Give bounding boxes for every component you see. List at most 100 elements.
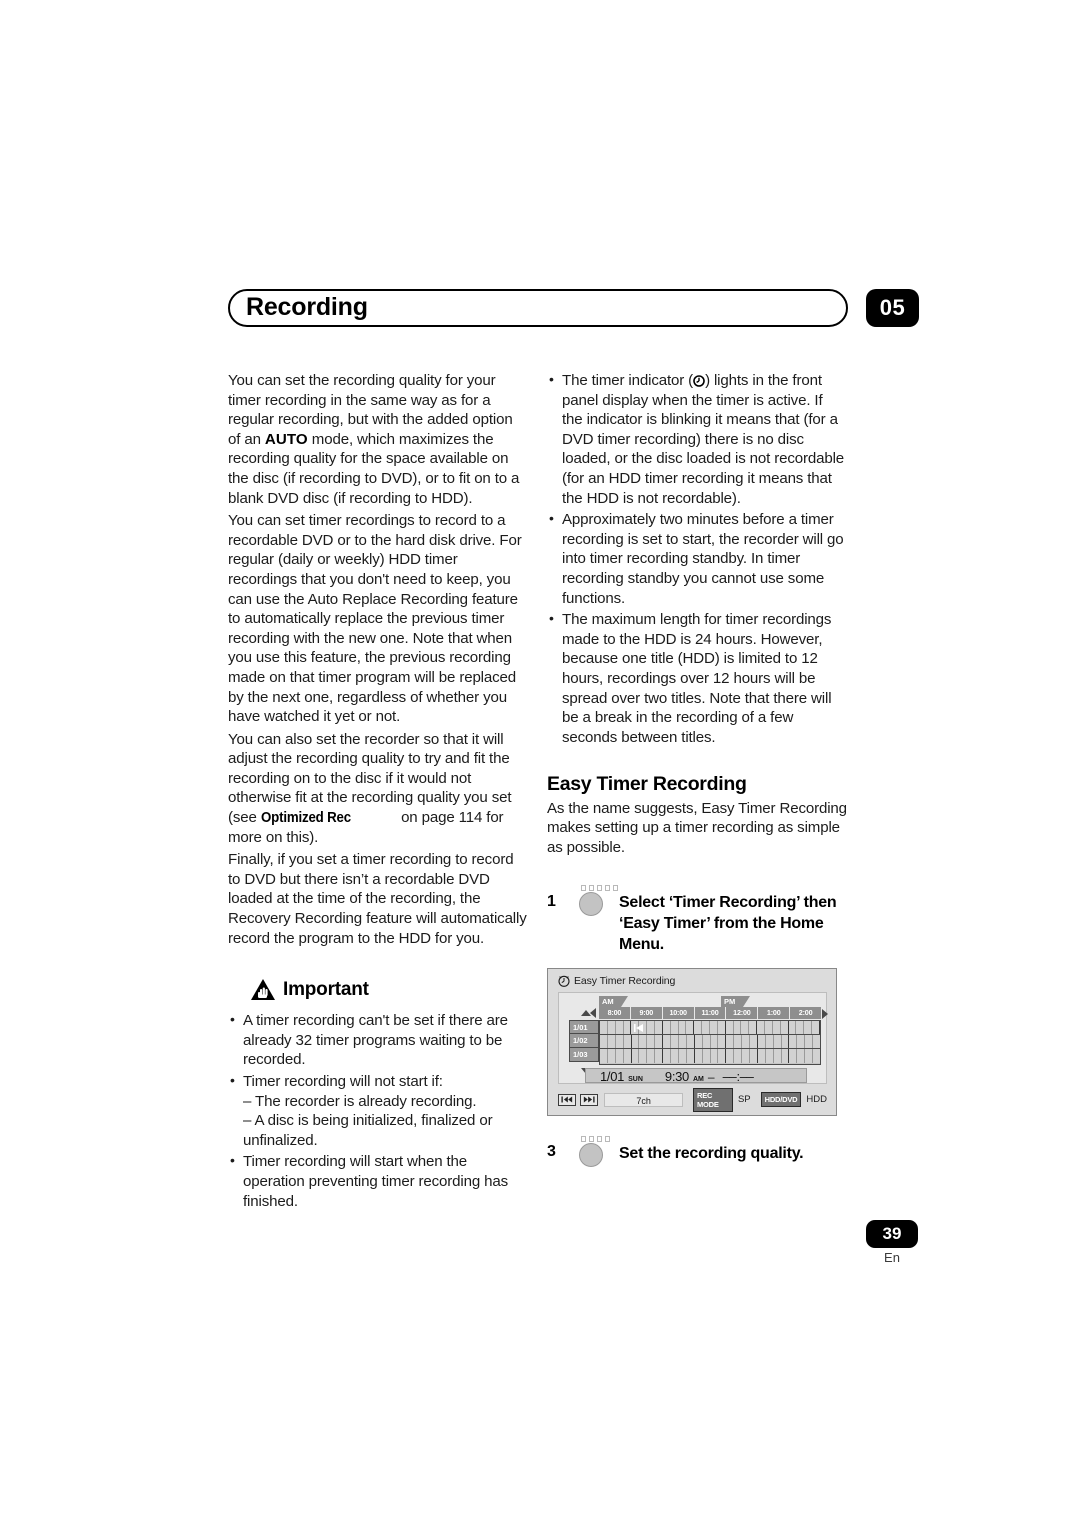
grid-sub-cell[interactable]	[686, 1021, 694, 1034]
grid-sub-cell[interactable]	[725, 1021, 734, 1034]
grid-hour-block[interactable]	[662, 1021, 695, 1034]
grid-hour-block[interactable]	[663, 1035, 695, 1048]
grid-hour-block[interactable]	[694, 1035, 727, 1048]
grid-sub-cell[interactable]	[710, 1035, 719, 1048]
grid-sub-cell[interactable]	[742, 1049, 750, 1063]
grid-sub-cell[interactable]	[623, 1035, 631, 1048]
grid-sub-cell[interactable]	[710, 1049, 719, 1063]
grid-sub-cell[interactable]	[805, 1035, 814, 1048]
source-tag[interactable]: HDD/DVD	[760, 1092, 802, 1107]
grid-sub-cell[interactable]	[694, 1021, 703, 1034]
grid-sub-cell[interactable]	[772, 1021, 781, 1034]
scroll-left-arrow-icon[interactable]	[590, 1008, 596, 1018]
grid-sub-cell[interactable]	[655, 1021, 662, 1034]
grid-sub-cell[interactable]	[678, 1035, 687, 1048]
grid-sub-cell[interactable]	[757, 1021, 765, 1034]
grid-sub-cell[interactable]	[717, 1021, 725, 1034]
grid-sub-cell[interactable]	[615, 1035, 624, 1048]
grid-sub-cell[interactable]	[757, 1049, 766, 1063]
grid-sub-cell[interactable]	[757, 1035, 766, 1048]
grid-row[interactable]	[600, 1049, 821, 1063]
grid-sub-cell[interactable]	[764, 1021, 773, 1034]
grid-sub-cell[interactable]	[686, 1035, 694, 1048]
grid-hour-block[interactable]	[726, 1049, 758, 1063]
grid-row[interactable]	[600, 1035, 821, 1049]
grid-sub-cell[interactable]	[709, 1021, 718, 1034]
grid-sub-cell[interactable]	[623, 1021, 631, 1034]
grid-sub-cell[interactable]	[600, 1035, 608, 1048]
grid-hour-block[interactable]	[631, 1049, 664, 1063]
grid-sub-cell[interactable]	[663, 1035, 672, 1048]
grid-hour-block[interactable]	[757, 1021, 789, 1034]
grid-hour-block[interactable]	[694, 1021, 726, 1034]
grid-sub-cell[interactable]	[781, 1049, 789, 1063]
grid-sub-cell[interactable]	[733, 1021, 742, 1034]
grid-sub-cell[interactable]	[631, 1049, 640, 1063]
grid-sub-cell[interactable]	[773, 1035, 782, 1048]
grid-sub-cell[interactable]	[765, 1035, 774, 1048]
grid-sub-cell[interactable]	[718, 1049, 726, 1063]
grid-sub-cell[interactable]	[789, 1035, 798, 1048]
grid-sub-cell[interactable]	[694, 1049, 703, 1063]
grid-sub-cell[interactable]	[742, 1035, 750, 1048]
grid-hour-block[interactable]	[600, 1021, 632, 1034]
grid-sub-cell[interactable]	[631, 1035, 640, 1048]
grid-hour-block[interactable]	[694, 1049, 727, 1063]
grid-sub-cell[interactable]	[749, 1021, 757, 1034]
grid-sub-cell[interactable]	[623, 1049, 631, 1063]
grid-hour-block[interactable]	[789, 1049, 821, 1063]
grid-sub-cell[interactable]	[655, 1035, 663, 1048]
grid-sub-cell[interactable]	[813, 1049, 821, 1063]
timer-grid[interactable]	[599, 1020, 821, 1065]
grid-sub-cell[interactable]	[607, 1049, 616, 1063]
grid-sub-cell[interactable]	[813, 1035, 821, 1048]
grid-sub-cell[interactable]	[789, 1049, 798, 1063]
grid-sub-cell[interactable]	[607, 1035, 616, 1048]
grid-hour-block[interactable]	[631, 1035, 664, 1048]
grid-sub-cell[interactable]	[615, 1049, 624, 1063]
grid-sub-cell[interactable]	[670, 1021, 679, 1034]
grid-sub-cell[interactable]	[615, 1021, 624, 1034]
grid-sub-cell[interactable]	[718, 1035, 726, 1048]
grid-sub-cell[interactable]	[788, 1021, 797, 1034]
grid-sub-cell[interactable]	[678, 1021, 687, 1034]
grid-sub-cell[interactable]	[780, 1021, 788, 1034]
grid-sub-cell[interactable]	[694, 1035, 703, 1048]
grid-sub-cell[interactable]	[812, 1021, 819, 1034]
grid-hour-block[interactable]	[757, 1035, 790, 1048]
grid-sub-cell[interactable]	[686, 1049, 694, 1063]
grid-hour-block[interactable]	[725, 1021, 758, 1034]
rec-mode-button-icon[interactable]	[579, 1143, 603, 1167]
grid-sub-cell[interactable]	[781, 1035, 789, 1048]
grid-sub-cell[interactable]	[663, 1049, 672, 1063]
prev-channel-button[interactable]	[558, 1093, 577, 1106]
grid-hour-block[interactable]	[600, 1049, 632, 1063]
grid-row[interactable]	[600, 1021, 820, 1035]
grid-sub-cell[interactable]	[647, 1021, 655, 1034]
grid-sub-cell[interactable]	[765, 1049, 774, 1063]
grid-sub-cell[interactable]	[639, 1035, 648, 1048]
grid-sub-cell[interactable]	[702, 1035, 711, 1048]
grid-sub-cell[interactable]	[655, 1049, 663, 1063]
grid-sub-cell[interactable]	[647, 1049, 656, 1063]
grid-sub-cell[interactable]	[749, 1049, 757, 1063]
grid-sub-cell[interactable]	[734, 1049, 743, 1063]
grid-sub-cell[interactable]	[796, 1021, 805, 1034]
grid-sub-cell[interactable]	[797, 1049, 806, 1063]
grid-sub-cell[interactable]	[741, 1021, 750, 1034]
grid-sub-cell[interactable]	[647, 1035, 656, 1048]
grid-sub-cell[interactable]	[805, 1049, 814, 1063]
grid-hour-block[interactable]	[788, 1021, 820, 1034]
grid-sub-cell[interactable]	[804, 1021, 813, 1034]
grid-sub-cell[interactable]	[662, 1021, 671, 1034]
next-channel-button[interactable]	[580, 1093, 599, 1106]
grid-sub-cell[interactable]	[600, 1021, 608, 1034]
grid-hour-block[interactable]	[789, 1035, 821, 1048]
grid-sub-cell[interactable]	[702, 1021, 710, 1034]
grid-sub-cell[interactable]	[726, 1035, 735, 1048]
grid-sub-cell[interactable]	[671, 1049, 679, 1063]
grid-sub-cell[interactable]	[639, 1049, 648, 1063]
grid-sub-cell[interactable]	[702, 1049, 711, 1063]
grid-hour-block[interactable]	[757, 1049, 790, 1063]
grid-sub-cell[interactable]	[678, 1049, 687, 1063]
